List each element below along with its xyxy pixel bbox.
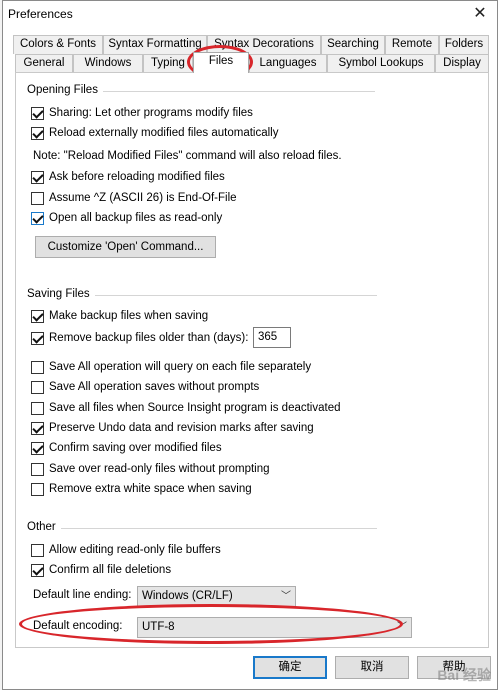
sharing-checkbox-row[interactable]: Sharing: Let other programs modify files xyxy=(31,105,253,121)
tab-windows[interactable]: Windows xyxy=(73,54,143,73)
save-all-query-row[interactable]: Save All operation will query on each fi… xyxy=(31,359,311,375)
encoding-label: Default encoding: xyxy=(33,620,123,632)
encoding-select[interactable]: UTF-8 ﹀ xyxy=(137,617,412,638)
tab-syntax-formatting[interactable]: Syntax Formatting xyxy=(103,35,207,54)
sharing-checkbox[interactable] xyxy=(31,106,44,120)
chevron-down-icon: ﹀ xyxy=(281,591,291,602)
title-bar: Preferences xyxy=(3,1,497,27)
confirm-saving-label: Confirm saving over modified files xyxy=(49,442,222,454)
preserve-undo-label: Preserve Undo data and revision marks af… xyxy=(49,422,314,434)
remove-backup-checkbox[interactable] xyxy=(31,331,44,345)
reload-checkbox[interactable] xyxy=(31,126,44,140)
save-deactivated-row[interactable]: Save all files when Source Insight progr… xyxy=(31,400,341,416)
sharing-label: Sharing: Let other programs modify files xyxy=(49,107,253,119)
save-readonly-label: Save over read-only files without prompt… xyxy=(49,463,270,475)
backup-days-input[interactable]: 365 xyxy=(253,327,291,348)
open-backup-checkbox[interactable] xyxy=(31,211,44,225)
reload-note: Note: "Reload Modified Files" command wi… xyxy=(33,150,342,162)
saving-files-title: Saving Files xyxy=(27,288,90,300)
line-ending-label: Default line ending: xyxy=(33,589,132,601)
ask-label: Ask before reloading modified files xyxy=(49,171,225,183)
tab-folders[interactable]: Folders xyxy=(439,35,489,54)
confirm-saving-checkbox[interactable] xyxy=(31,441,44,455)
watermark: Bai 经验 xyxy=(437,667,491,683)
close-icon[interactable]: ✕ xyxy=(469,3,491,25)
confirm-deletions-checkbox[interactable] xyxy=(31,563,44,577)
tab-colors-fonts[interactable]: Colors & Fonts xyxy=(13,35,103,54)
reload-checkbox-row[interactable]: Reload externally modified files automat… xyxy=(31,125,278,141)
remove-whitespace-checkbox[interactable] xyxy=(31,482,44,496)
save-deactivated-label: Save all files when Source Insight progr… xyxy=(49,402,341,414)
tab-general[interactable]: General xyxy=(15,54,73,73)
save-all-no-prompt-label: Save All operation saves without prompts xyxy=(49,381,260,393)
save-readonly-row[interactable]: Save over read-only files without prompt… xyxy=(31,461,270,477)
tab-files[interactable]: Files xyxy=(193,52,249,73)
ok-button[interactable]: 确定 xyxy=(253,656,327,679)
allow-edit-readonly-label: Allow editing read-only file buffers xyxy=(49,544,221,556)
save-readonly-checkbox[interactable] xyxy=(31,462,44,476)
make-backup-checkbox[interactable] xyxy=(31,309,44,323)
tab-display[interactable]: Display xyxy=(435,54,489,73)
line-ending-value: Windows (CR/LF) xyxy=(142,590,233,602)
make-backup-checkbox-row[interactable]: Make backup files when saving xyxy=(31,308,208,324)
preserve-undo-checkbox[interactable] xyxy=(31,421,44,435)
line-ending-select[interactable]: Windows (CR/LF) ﹀ xyxy=(137,586,296,607)
tab-remote[interactable]: Remote xyxy=(385,35,439,54)
save-all-no-prompt-row[interactable]: Save All operation saves without prompts xyxy=(31,379,259,395)
ask-checkbox-row[interactable]: Ask before reloading modified files xyxy=(31,169,225,185)
saving-files-divider xyxy=(95,295,377,296)
open-backup-checkbox-row[interactable]: Open all backup files as read-only xyxy=(31,210,222,226)
confirm-saving-row[interactable]: Confirm saving over modified files xyxy=(31,440,222,456)
make-backup-label: Make backup files when saving xyxy=(49,310,209,322)
opening-files-title: Opening Files xyxy=(27,84,98,96)
other-divider xyxy=(61,528,377,529)
remove-whitespace-label: Remove extra white space when saving xyxy=(49,483,252,495)
reload-label: Reload externally modified files automat… xyxy=(49,127,279,139)
chevron-down-icon: ﹀ xyxy=(397,622,407,633)
preserve-undo-row[interactable]: Preserve Undo data and revision marks af… xyxy=(31,420,314,436)
opening-files-divider xyxy=(103,91,375,92)
tab-typing[interactable]: Typing xyxy=(143,54,193,73)
tab-symbol-lookups[interactable]: Symbol Lookups xyxy=(327,54,435,73)
cancel-button[interactable]: 取消 xyxy=(335,656,409,679)
other-title: Other xyxy=(27,521,56,533)
remove-whitespace-row[interactable]: Remove extra white space when saving xyxy=(31,481,252,497)
window-title: Preferences xyxy=(8,7,73,21)
encoding-value: UTF-8 xyxy=(142,621,175,633)
preferences-dialog: Preferences ✕ Colors & Fonts Syntax Form… xyxy=(2,0,498,690)
allow-edit-readonly-checkbox[interactable] xyxy=(31,543,44,557)
ask-checkbox[interactable] xyxy=(31,170,44,184)
remove-backup-checkbox-row[interactable]: Remove backup files older than (days): xyxy=(31,330,248,346)
confirm-deletions-row[interactable]: Confirm all file deletions xyxy=(31,562,171,578)
tab-searching[interactable]: Searching xyxy=(321,35,385,54)
assume-eof-label: Assume ^Z (ASCII 26) is End-Of-File xyxy=(49,192,237,204)
allow-edit-readonly-row[interactable]: Allow editing read-only file buffers xyxy=(31,542,221,558)
customize-open-button[interactable]: Customize 'Open' Command... xyxy=(35,236,216,258)
save-all-query-checkbox[interactable] xyxy=(31,360,44,374)
assume-eof-checkbox[interactable] xyxy=(31,191,44,205)
remove-backup-label: Remove backup files older than (days): xyxy=(49,332,249,344)
save-deactivated-checkbox[interactable] xyxy=(31,401,44,415)
save-all-no-prompt-checkbox[interactable] xyxy=(31,380,44,394)
confirm-deletions-label: Confirm all file deletions xyxy=(49,564,172,576)
assume-eof-checkbox-row[interactable]: Assume ^Z (ASCII 26) is End-Of-File xyxy=(31,190,237,206)
open-backup-label: Open all backup files as read-only xyxy=(49,212,223,224)
save-all-query-label: Save All operation will query on each fi… xyxy=(49,361,312,373)
tab-languages[interactable]: Languages xyxy=(249,54,327,73)
